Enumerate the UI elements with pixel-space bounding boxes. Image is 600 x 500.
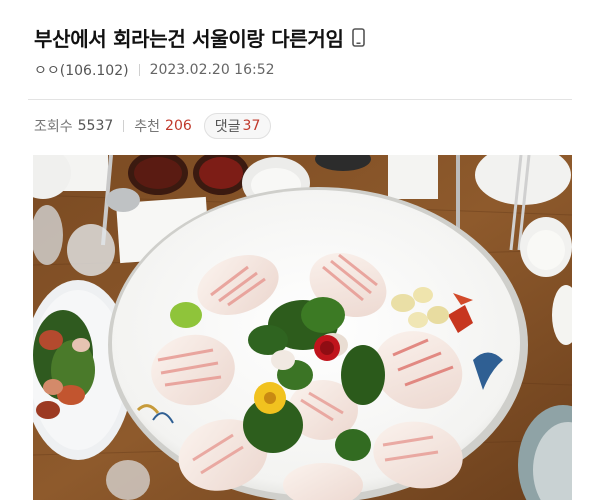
recommend-label: 추천 xyxy=(134,119,161,135)
views-label: 조회수 xyxy=(34,119,73,135)
comments-label: 댓글 xyxy=(214,119,241,135)
recommend-count: 206 xyxy=(165,118,192,134)
mobile-phone-icon xyxy=(351,27,365,47)
post-image[interactable] xyxy=(33,155,572,500)
post-header: 부산에서 회라는건 서울이랑 다른거임 ㅇㅇ(106.102) 2023.02.… xyxy=(34,20,570,80)
post-stats: 조회수 5537 추천 206 댓글 37 xyxy=(34,113,272,139)
views-count: 5537 xyxy=(77,118,114,134)
header-divider xyxy=(28,99,572,100)
comments-button[interactable]: 댓글 37 xyxy=(203,113,272,139)
sashimi-photo xyxy=(33,155,572,500)
author-name[interactable]: ㅇㅇ(106.102) xyxy=(34,60,129,80)
post-title: 부산에서 회라는건 서울이랑 다른거임 xyxy=(34,26,344,51)
stats-divider xyxy=(123,120,125,132)
title-row: 부산에서 회라는건 서울이랑 다른거임 xyxy=(34,20,570,54)
post-meta: ㅇㅇ(106.102) 2023.02.20 16:52 xyxy=(34,60,570,80)
comments-count: 37 xyxy=(242,118,261,134)
meta-divider xyxy=(138,64,140,76)
post-date: 2023.02.20 16:52 xyxy=(149,62,275,78)
